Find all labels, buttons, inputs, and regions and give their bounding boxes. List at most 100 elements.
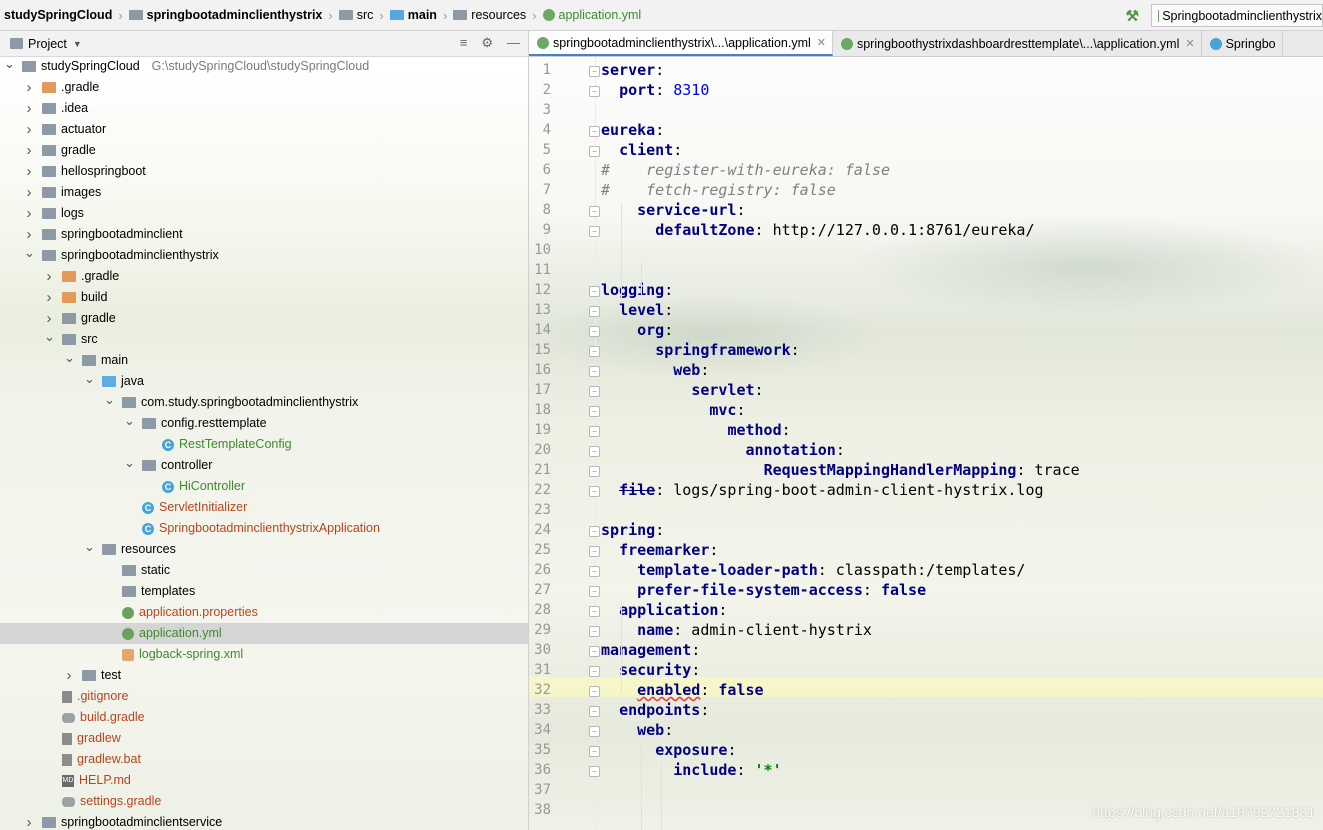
tree-item[interactable]: › images [0, 182, 528, 203]
chevron-down-icon[interactable]: ⌄ [84, 536, 95, 557]
breadcrumb-item[interactable]: resources [449, 0, 528, 31]
chevron-right-icon[interactable]: › [24, 812, 34, 830]
chevron-down-icon[interactable]: ▼ [73, 39, 82, 49]
tree-item[interactable]: ›MDHELP.md [0, 770, 528, 791]
chevron-down-icon[interactable]: ⌄ [24, 242, 35, 263]
tree-item[interactable]: › springbootadminclientservice [0, 812, 528, 830]
close-icon[interactable]: ✕ [817, 36, 826, 49]
breadcrumb-item[interactable]: springbootadminclienthystrix [125, 0, 325, 31]
tree-item[interactable]: ›CSpringbootadminclienthystrixApplicatio… [0, 518, 528, 539]
tree-item[interactable]: ⌄ studySpringCloud G:\studySpringCloud\stu… [0, 53, 528, 77]
tree-item[interactable]: › test [0, 665, 528, 686]
module-folder-icon [42, 166, 56, 177]
editor-tab-label: Springbo [1225, 36, 1276, 51]
tree-item[interactable]: ›logback-spring.xml [0, 644, 528, 665]
folder-icon [42, 103, 56, 114]
tree-item[interactable]: › actuator [0, 119, 528, 140]
tree-item[interactable]: ⌄ config.resttemplate [0, 410, 528, 434]
tree-item[interactable]: ⌄ com.study.springbootadminclienthystrix [0, 389, 528, 413]
tree-item[interactable]: › logs [0, 203, 528, 224]
gradle-file-icon [62, 712, 75, 723]
tree-item[interactable]: ⌄ resources [0, 536, 528, 560]
tree-item[interactable]: ›static [0, 560, 528, 581]
spring-class-icon [1209, 37, 1222, 50]
chevron-right-icon[interactable]: › [24, 182, 34, 203]
breadcrumb-item[interactable]: studySpringCloud [0, 0, 114, 31]
chevron-right-icon[interactable]: › [24, 77, 34, 98]
tree-item[interactable]: ⌄ controller [0, 452, 528, 476]
editor-tab[interactable]: Springbo [1202, 31, 1283, 56]
tree-item-label: gradle [81, 311, 116, 325]
code-token: # fetch-registry: false [601, 181, 836, 199]
tree-item[interactable]: ⌄ springbootadminclienthystrix [0, 242, 528, 266]
tree-item[interactable]: › .gradle [0, 266, 528, 287]
run-configuration-selector[interactable]: Springbootadminclienthystrix [1151, 4, 1323, 27]
chevron-down-icon[interactable]: ⌄ [64, 347, 75, 368]
editor-tab[interactable]: springboothystrixdashboardresttemplate\.… [833, 31, 1202, 56]
breadcrumb-item[interactable]: src [335, 0, 376, 31]
project-view-selector[interactable]: Project [28, 37, 67, 51]
code-token: security [619, 661, 692, 679]
chevron-down-icon[interactable]: ⌄ [104, 389, 115, 410]
text-file-icon [62, 732, 72, 745]
tree-item-label: studySpringCloud [41, 59, 140, 73]
tree-item[interactable]: › gradle [0, 140, 528, 161]
chevron-down-icon[interactable]: ⌄ [124, 410, 135, 431]
chevron-down-icon[interactable]: ⌄ [124, 452, 135, 473]
hide-panel-icon[interactable]: — [507, 35, 520, 51]
breadcrumb-item[interactable]: main [386, 0, 439, 31]
chevron-right-icon[interactable]: › [24, 119, 34, 140]
tree-item-label: test [101, 668, 122, 682]
tree-item-label: application.properties [139, 605, 258, 619]
collapse-all-icon[interactable]: ≡ [460, 35, 468, 51]
chevron-right-icon[interactable]: › [24, 161, 34, 182]
tree-item[interactable]: › springbootadminclient [0, 224, 528, 245]
editor-area: springbootadminclienthystrix\...\applica… [529, 31, 1323, 830]
tree-item[interactable]: ⌄ java [0, 368, 528, 392]
tree-item[interactable]: ›templates [0, 581, 528, 602]
code-line: eureka: [601, 120, 664, 140]
tree-item[interactable]: ›CHiController [0, 476, 528, 497]
code-token: : http://127.0.0.1:8761/eureka/ [754, 221, 1035, 239]
tree-item[interactable]: ›application.yml [0, 623, 528, 644]
chevron-right-icon[interactable]: › [24, 203, 34, 224]
code-line: mvc: [601, 400, 745, 420]
chevron-right-icon[interactable]: › [44, 287, 54, 308]
tree-item[interactable]: ›CServletInitializer [0, 497, 528, 518]
close-icon[interactable]: ✕ [1185, 37, 1194, 50]
build-hammer-icon[interactable]: ⚒ [1126, 7, 1139, 25]
tree-item[interactable]: › gradle [0, 308, 528, 329]
gear-icon[interactable]: ⚙ [481, 35, 493, 51]
chevron-down-icon[interactable]: ⌄ [84, 368, 95, 389]
tree-item[interactable]: ⌄ src [0, 326, 528, 350]
tree-item[interactable]: › build [0, 287, 528, 308]
tree-item[interactable]: ›.gitignore [0, 686, 528, 707]
class-icon: C [142, 522, 154, 535]
tree-item[interactable]: ›application.properties [0, 602, 528, 623]
chevron-right-icon[interactable]: › [64, 665, 74, 686]
tree-item[interactable]: ›gradlew [0, 728, 528, 749]
editor-tab[interactable]: springbootadminclienthystrix\...\applica… [529, 31, 833, 56]
tree-item[interactable]: ›gradlew.bat [0, 749, 528, 770]
tree-item[interactable]: › hellospringboot [0, 161, 528, 182]
code-area[interactable]: server: port: 8310 eureka: client: # regis… [529, 57, 1323, 830]
chevron-right-icon[interactable]: › [24, 98, 34, 119]
tree-item[interactable]: ›build.gradle [0, 707, 528, 728]
tree-item-label: ServletInitializer [159, 500, 248, 514]
breadcrumb-item[interactable]: application.yml [539, 0, 644, 31]
tree-item[interactable]: › .idea [0, 98, 528, 119]
tree-item[interactable]: ›CRestTemplateConfig [0, 434, 528, 455]
chevron-down-icon[interactable]: ⌄ [4, 53, 15, 74]
chevron-down-icon[interactable]: ⌄ [44, 326, 55, 347]
tree-item[interactable]: ›settings.gradle [0, 791, 528, 812]
tree-item[interactable]: › .gradle [0, 77, 528, 98]
code-token: : [655, 121, 665, 139]
chevron-right-icon[interactable]: › [24, 140, 34, 161]
excluded-folder-icon [62, 271, 76, 282]
tree-item[interactable]: ⌄ main [0, 347, 528, 371]
chevron-right-icon[interactable]: › [44, 266, 54, 287]
tree-item-label: application.yml [139, 626, 222, 640]
